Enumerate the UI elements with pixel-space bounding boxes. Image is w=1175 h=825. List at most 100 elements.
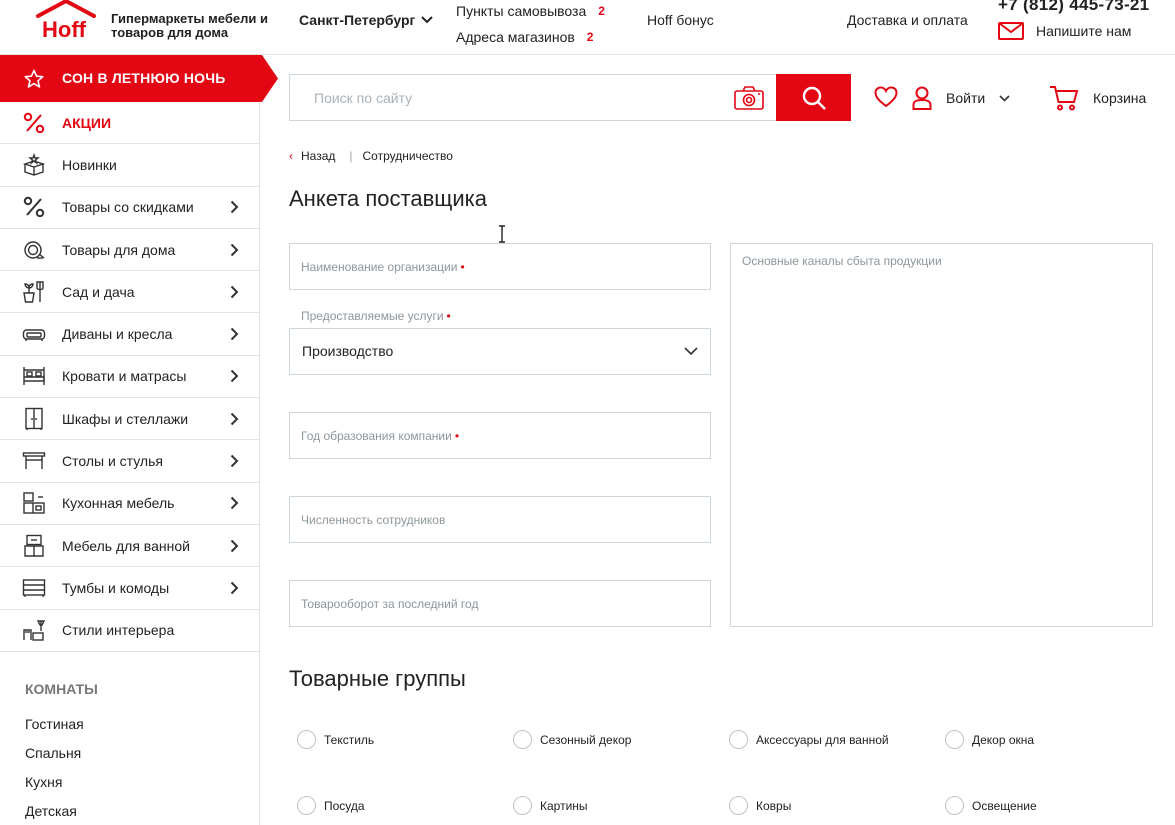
sales-channels-textarea[interactable]: Основные каналы сбыта продукции [730,243,1153,627]
sidebar-item-beds[interactable]: Кровати и матрасы [0,356,260,399]
required-marker: • [446,309,451,323]
sidebar-item-interior-styles[interactable]: Стили интерьера [0,610,260,652]
room-link-kitchen[interactable]: Кухня [25,774,62,790]
sidebar-item-tables[interactable]: Столы и стулья [0,440,260,483]
turnover-placeholder: Товарооборот за последний год [301,597,479,611]
sidebar-item-label: Товары со скидками [62,199,194,216]
services-label-text: Предоставляемые услуги [301,309,444,323]
org-name-field[interactable]: Наименование организации • [289,243,711,290]
sidebar-item-bathroom[interactable]: Мебель для ванной [0,525,260,568]
bathroom-icon [22,534,46,558]
sidebar-item-discounts[interactable]: Товары со скидками [0,187,260,229]
page-title: Анкета поставщика [289,186,488,211]
group-option-bath-accessories[interactable]: Аксессуары для ванной [721,730,889,749]
chevron-right-icon [230,327,239,341]
chevron-left-icon: ‹ [289,149,293,163]
cart-button[interactable]: Корзина [1049,85,1146,111]
radio-circle [729,730,748,749]
chevron-right-icon [230,412,239,425]
services-label: Предоставляемые услуги • [301,309,451,323]
chevron-right-icon [230,497,239,510]
chevron-right-icon [230,201,239,214]
login-label: Войти [946,90,986,106]
sidebar-item-label: Мебель для ванной [62,537,190,554]
room-link-kids[interactable]: Детская [25,803,77,819]
rooms-heading: КОМНАТЫ [25,681,98,697]
login-button[interactable]: Войти [912,86,1010,110]
sidebar-item-garden[interactable]: Сад и дача [0,271,260,314]
year-founded-placeholder: Год образования компании [301,429,452,443]
required-marker: • [454,429,460,443]
year-founded-field[interactable]: Год образования компании • [289,412,711,459]
catalog-sidebar: СОН В ЛЕТНЮЮ НОЧЬ АКЦИИ Новинки Товары с… [0,55,278,825]
back-link[interactable]: Назад [301,149,335,163]
turnover-field[interactable]: Товарооборот за последний год [289,580,711,627]
heart-icon[interactable] [874,86,898,108]
hoff-logo[interactable]: Hoff [34,0,98,40]
write-us-label: Напишите нам [1036,23,1132,39]
sidebar-item-home-goods[interactable]: Товары для дома [0,229,260,272]
sofa-icon [22,322,46,346]
sidebar-item-label: Диваны и кресла [62,326,173,343]
chevron-right-icon [230,454,239,468]
wardrobe-icon [22,407,46,431]
group-option-lighting[interactable]: Освещение [937,796,1037,815]
sidebar-item-wardrobes[interactable]: Шкафы и стеллажи [0,398,260,441]
radio-circle [729,796,748,815]
sidebar-item-label: АКЦИИ [62,114,112,131]
radio-circle [297,730,316,749]
group-option-dishes[interactable]: Посуда [289,796,365,815]
search-button[interactable] [776,74,851,121]
bed-icon [22,364,46,388]
sidebar-item-label: Стили интерьера [62,622,175,639]
write-us-link[interactable]: Напишите нам [998,22,1131,40]
user-icon [912,86,932,110]
sidebar-item-kitchen[interactable]: Кухонная мебель [0,483,260,525]
delivery-link[interactable]: Доставка и оплата [847,12,968,28]
chevron-right-icon [230,539,239,552]
breadcrumb-current[interactable]: Сотрудничество [363,149,453,163]
text-cursor-icon [499,225,505,243]
radio-circle [513,796,532,815]
group-option-label: Сезонный декор [540,732,632,747]
search-box [289,74,777,121]
sidebar-item-label: Товары для дома [62,241,176,258]
group-option-label: Освещение [972,798,1037,813]
pickup-points-link[interactable]: Пункты самовывоза 2 [456,0,605,24]
sidebar-item-new[interactable]: Новинки [0,144,260,187]
kitchen-icon [22,491,46,515]
group-option-label: Посуда [324,798,365,813]
promo-banner[interactable]: СОН В ЛЕТНЮЮ НОЧЬ [0,55,278,102]
sidebar-item-dressers[interactable]: Тумбы и комоды [0,567,260,610]
employees-field[interactable]: Численность сотрудников [289,496,711,543]
sidebar-item-label: Сад и дача [62,283,135,300]
radio-circle [513,730,532,749]
group-option-pictures[interactable]: Картины [505,796,588,815]
sidebar-item-sales[interactable]: АКЦИИ [0,102,260,145]
store-addresses-link[interactable]: Адреса магазинов 2 [456,24,605,50]
site-tagline: Гипермаркеты мебели и товаров для дома [111,11,268,40]
services-select[interactable]: Производство [289,328,711,375]
table-icon [22,449,46,473]
chevron-down-icon [421,16,434,24]
phone-number[interactable]: +7 (812) 445-73-21 [998,0,1149,15]
sidebar-item-sofas[interactable]: Диваны и кресла [0,313,260,356]
hoff-bonus-link[interactable]: Hoff бонус [647,12,714,28]
search-icon [802,86,826,110]
city-selector[interactable]: Санкт-Петербург [299,12,434,28]
group-option-carpets[interactable]: Ковры [721,796,791,815]
group-option-seasonal-decor[interactable]: Сезонный декор [505,730,631,749]
chevron-right-icon [230,581,239,595]
search-input[interactable] [290,75,720,120]
room-link-living[interactable]: Гостиная [25,716,84,732]
room-link-bedroom[interactable]: Спальня [25,745,81,761]
svg-text:Hoff: Hoff [42,17,87,40]
sidebar-item-label: Тумбы и комоды [62,579,170,596]
group-option-window-decor[interactable]: Декор окна [937,730,1034,749]
new-box-icon [22,152,46,177]
employees-placeholder: Численность сотрудников [301,513,446,527]
group-option-textile[interactable]: Текстиль [289,730,374,749]
camera-search-icon[interactable] [734,86,764,110]
dresser-icon [22,576,46,600]
category-list: АКЦИИ Новинки Товары со скидками Товары … [0,102,260,652]
